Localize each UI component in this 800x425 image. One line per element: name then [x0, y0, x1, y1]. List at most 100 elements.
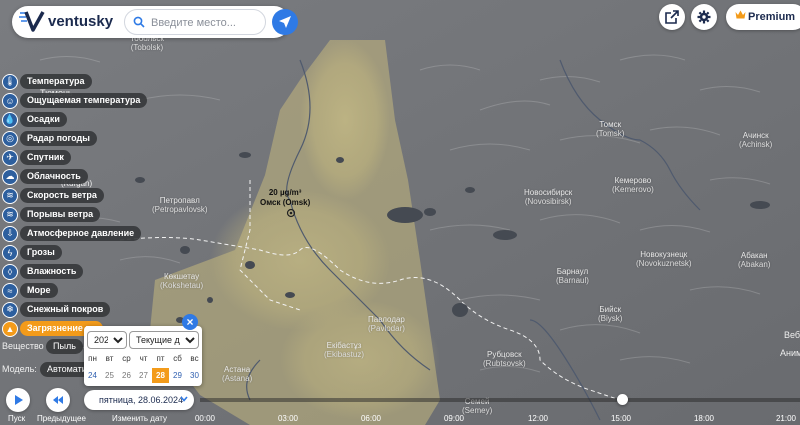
raindrop-icon: 💧 [2, 111, 18, 128]
partial-label-right-1: Веб [784, 330, 800, 340]
timeline-tick[interactable]: 09:00 [444, 414, 464, 423]
city-label-barnaul: Барнаул (Barnaul) [556, 267, 589, 285]
play-button[interactable] [6, 388, 30, 412]
lightning-icon: ϟ [2, 244, 18, 261]
city-latin: (Tomsk) [596, 129, 625, 138]
city-name: Бийск [599, 305, 622, 314]
settings-button[interactable] [691, 4, 717, 30]
substance-select[interactable]: Пыль [46, 339, 83, 354]
layer-label: Атмосферное давление [20, 226, 142, 241]
timeline-tick[interactable]: 18:00 [694, 414, 714, 423]
city-label-novokuznetsk: Новокузнецк (Novokuznetsk) [636, 250, 692, 268]
close-icon[interactable]: × [182, 314, 198, 330]
city-latin: (Pavlodar) [368, 324, 405, 333]
timeline-track[interactable] [200, 398, 800, 402]
layer-label: Температура [20, 74, 92, 89]
weekday-label: пт [156, 354, 165, 363]
layer-radar[interactable]: ◎ Радар погоды [2, 130, 97, 147]
calendar-day[interactable]: 27 [135, 368, 152, 383]
city-name: Барнаул [556, 267, 589, 276]
city-name: Кемерово [614, 176, 652, 185]
timeline-tick[interactable]: 06:00 [361, 414, 381, 423]
timeline-tick[interactable]: 15:00 [611, 414, 631, 423]
calendar-day[interactable]: 26 [118, 368, 135, 383]
calendar-day[interactable]: 30 [186, 368, 203, 383]
city-latin: (Achinsk) [739, 140, 773, 149]
layer-label: Радар погоды [20, 131, 97, 146]
factory-icon: ▲ [2, 320, 18, 337]
weekday-label: ср [122, 354, 131, 363]
layer-label: Снежный покров [20, 302, 111, 317]
layer-temperature[interactable]: 🌡 Температура [2, 73, 92, 90]
timeline-tick[interactable]: 00:00 [195, 414, 215, 423]
layer-feels-like[interactable]: ☺ Ощущаемая температура [2, 92, 148, 109]
city-label-ekibastuz: Екібастұз (Ekibastuz) [324, 341, 364, 359]
city-name: Рубцовск [487, 350, 522, 359]
ventusky-logo-icon[interactable] [18, 9, 48, 33]
layer-label: Спутник [20, 150, 71, 165]
city-label-abakan: Абакан (Abakan) [738, 251, 770, 269]
city-label-biysk: Бийск (Biysk) [598, 305, 622, 323]
timeline-tick[interactable]: 21:00 [776, 414, 796, 423]
calendar-day[interactable]: 25 [101, 368, 118, 383]
pollution-value: 20 µg/m³ [268, 188, 302, 197]
timeline-handle[interactable] [617, 394, 628, 405]
wave-icon: ≈ [2, 282, 18, 299]
share-button[interactable] [659, 4, 685, 30]
weekday-label: сб [173, 354, 182, 363]
timeline-tick[interactable]: 12:00 [528, 414, 548, 423]
previous-button[interactable] [46, 388, 70, 412]
layer-label: Облачность [20, 169, 88, 184]
pressure-icon: ⇩ [2, 225, 18, 242]
layer-sea[interactable]: ≈ Море [2, 282, 58, 299]
calendar-day-selected[interactable]: 28 [152, 368, 169, 383]
calendar-day[interactable]: 29 [169, 368, 186, 383]
mode-select[interactable]: Текущие дни [129, 331, 199, 349]
cloud-icon: ☁ [2, 168, 18, 185]
play-icon [15, 395, 23, 405]
satellite-icon: ✈ [2, 149, 18, 166]
layer-satellite[interactable]: ✈ Спутник [2, 149, 71, 166]
year-select[interactable]: 2024 [87, 331, 127, 349]
layer-precipitation[interactable]: 💧 Осадки [2, 111, 67, 128]
city-name: Ачинск [742, 131, 769, 140]
city-label-achinsk: Ачинск (Achinsk) [739, 131, 772, 149]
city-name: Павлодар [368, 315, 405, 324]
layer-wind-gusts[interactable]: ≋ Порывы ветра [2, 206, 101, 223]
timeline-tick[interactable]: 03:00 [278, 414, 298, 423]
city-latin: (Novokuznetsk) [636, 259, 692, 268]
city-label-kokshetau: Көкшетау (Kokshetau) [160, 272, 203, 290]
gear-icon [697, 10, 711, 24]
city-name: Новосибирск [524, 188, 573, 197]
city-latin: (Abakan) [738, 260, 771, 269]
pollution-readout: 20 µg/m³ Омск (Omsk) [260, 188, 310, 208]
calendar-day[interactable]: 24 [84, 368, 101, 383]
layer-snow-cover[interactable]: ❄ Снежный покров [2, 301, 111, 318]
city-label-kemerovo: Кемерово (Kemerovo) [612, 176, 654, 194]
play-label: Пуск [8, 414, 26, 423]
locate-button[interactable] [272, 9, 298, 35]
city-label-astana: Астана (Astana) [222, 365, 252, 383]
layer-pressure[interactable]: ⇩ Атмосферное давление [2, 225, 142, 242]
search-box[interactable] [124, 9, 266, 35]
layer-humidity[interactable]: ◊ Влажность [2, 263, 84, 280]
omsk-marker-dot [289, 211, 293, 215]
search-input[interactable] [149, 12, 263, 34]
radar-icon: ◎ [2, 130, 18, 147]
layer-wind-speed[interactable]: ≋ Скорость ветра [2, 187, 104, 204]
wind-gust-icon: ≋ [2, 206, 18, 223]
share-icon [665, 10, 679, 24]
thermometer-icon: 🌡 [2, 73, 18, 90]
city-name: Абакан [740, 251, 768, 260]
city-label-petropavl: Петропавл (Petropavlovsk) [152, 196, 208, 214]
premium-button[interactable]: Premium [726, 4, 800, 30]
city-latin: (Kemerovo) [612, 185, 654, 194]
layer-thunderstorms[interactable]: ϟ Грозы [2, 244, 62, 261]
layer-clouds[interactable]: ☁ Облачность [2, 168, 88, 185]
logo-text[interactable]: ventusky [48, 13, 113, 30]
layer-label: Море [20, 283, 58, 298]
feels-like-icon: ☺ [2, 92, 18, 109]
city-latin: (Novosibirsk) [524, 197, 572, 206]
city-latin: (Semey) [462, 406, 493, 415]
date-select[interactable]: пятница, 28.06.2024 [84, 390, 194, 410]
